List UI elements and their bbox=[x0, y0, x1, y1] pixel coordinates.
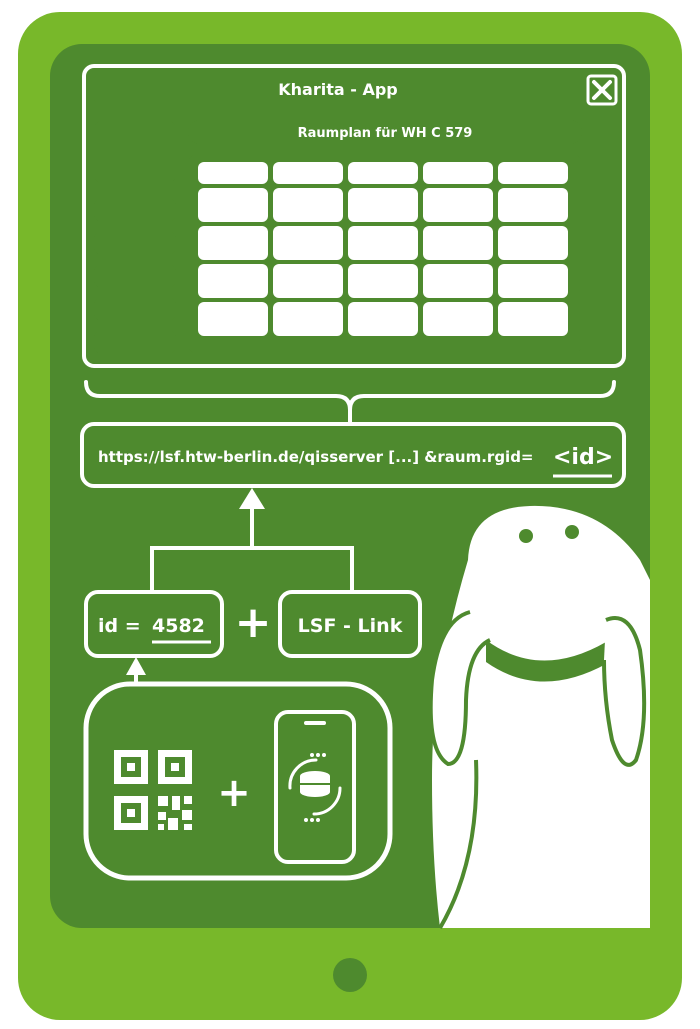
window-title: Kharita - App bbox=[278, 80, 397, 99]
sidebar-item[interactable] bbox=[94, 297, 176, 321]
plus-operator: + bbox=[217, 770, 251, 816]
grid-cell bbox=[348, 188, 418, 222]
grid-cell bbox=[498, 226, 568, 260]
grid-cell bbox=[423, 188, 493, 222]
sidebar-item[interactable] bbox=[94, 198, 176, 222]
lsf-url-text: https://lsf.htw-berlin.de/qisserver [...… bbox=[98, 448, 534, 466]
grid-cell bbox=[198, 226, 268, 260]
grid-cell bbox=[198, 302, 268, 336]
sidebar-logo-block bbox=[94, 120, 176, 184]
sidebar-item[interactable] bbox=[94, 264, 176, 288]
grid-cell bbox=[423, 162, 493, 184]
grid-cell bbox=[348, 302, 418, 336]
grid-cell bbox=[423, 302, 493, 336]
grid-cell bbox=[198, 264, 268, 298]
tablet-illustration: Kharita - App Raumplan für WH C 579 http… bbox=[18, 12, 682, 1020]
lsf-url-box: https://lsf.htw-berlin.de/qisserver [...… bbox=[80, 422, 626, 488]
id-value: 4582 bbox=[152, 615, 205, 637]
grid-cells bbox=[198, 162, 568, 336]
grid-cell bbox=[348, 264, 418, 298]
grid-cell bbox=[423, 226, 493, 260]
plus-operator: + bbox=[235, 597, 272, 648]
grid-cell bbox=[348, 162, 418, 184]
grid-cell bbox=[273, 226, 343, 260]
room-plan-title: Raumplan für WH C 579 bbox=[298, 126, 473, 141]
close-icon[interactable] bbox=[586, 74, 618, 106]
id-box: id = 4582 bbox=[84, 590, 224, 658]
sidebar-item[interactable] bbox=[94, 330, 176, 354]
home-button-icon[interactable] bbox=[333, 958, 367, 992]
grid-cell bbox=[423, 264, 493, 298]
grid-cell bbox=[273, 162, 343, 184]
smartphone-database-icon bbox=[274, 710, 356, 864]
grid-cell bbox=[348, 226, 418, 260]
grid-cell bbox=[198, 162, 268, 184]
lsf-link-box: LSF - Link bbox=[278, 590, 422, 658]
url-id-token: <id> bbox=[553, 445, 613, 470]
lsf-link-label: LSF - Link bbox=[298, 615, 403, 637]
grid-cell bbox=[198, 188, 268, 222]
grid-cell bbox=[498, 264, 568, 298]
grid-cell bbox=[498, 302, 568, 336]
id-prefix: id = bbox=[98, 615, 147, 637]
grid-cell bbox=[273, 264, 343, 298]
grid-cell bbox=[273, 188, 343, 222]
grid-cell bbox=[498, 188, 568, 222]
sidebar-item[interactable] bbox=[94, 231, 176, 255]
grid-cell bbox=[273, 302, 343, 336]
grid-cell bbox=[498, 162, 568, 184]
